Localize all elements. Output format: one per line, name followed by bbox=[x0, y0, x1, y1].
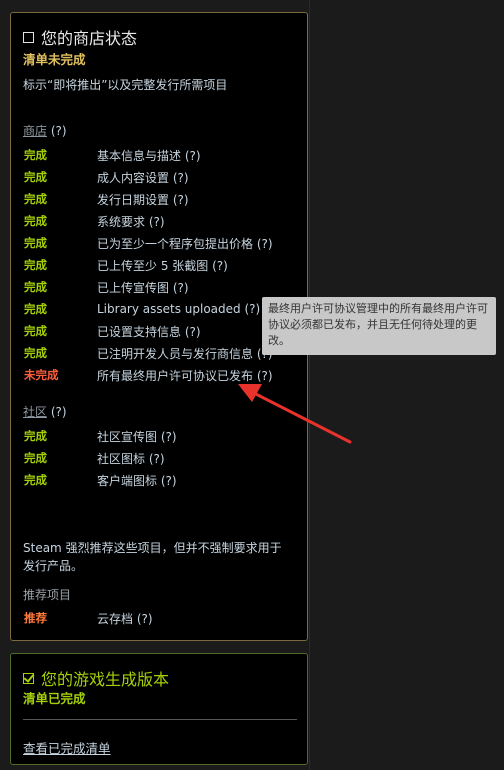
item-status: 完成 bbox=[24, 148, 47, 162]
item-label[interactable]: 已上传宣传图 (?) bbox=[97, 279, 189, 296]
section-store-link[interactable]: 商店 bbox=[23, 124, 47, 138]
build-status-panel: 您的游戏生成版本 清单已完成 查看已完成清单 bbox=[10, 653, 308, 765]
item-status: 完成 bbox=[24, 451, 47, 465]
item-label[interactable]: 所有最终用户许可协议已发布 (?) bbox=[97, 367, 273, 384]
checkbox-empty-icon bbox=[23, 31, 34, 43]
item-status: 完成 bbox=[24, 170, 47, 184]
store-item-row: 完成 Library assets uploaded (?) bbox=[24, 298, 294, 320]
build-title-row: 您的游戏生成版本 bbox=[23, 666, 169, 690]
community-item-row: 完成 社区宣传图 (?) bbox=[24, 425, 294, 447]
store-item-row: 完成 成人内容设置 (?) bbox=[24, 166, 294, 188]
build-status: 清单已完成 bbox=[23, 691, 86, 706]
store-item-row: 完成 已上传宣传图 (?) bbox=[24, 276, 294, 298]
store-item-row: 完成 基本信息与描述 (?) bbox=[24, 144, 294, 166]
item-label[interactable]: 社区图标 (?) bbox=[97, 450, 165, 467]
item-label[interactable]: 系统要求 (?) bbox=[97, 213, 165, 230]
item-status: 完成 bbox=[24, 214, 47, 228]
section-store-label: 商店 (?) bbox=[23, 122, 67, 139]
item-status: 完成 bbox=[24, 258, 47, 272]
build-divider bbox=[23, 719, 297, 720]
item-status: 完成 bbox=[24, 429, 47, 443]
store-title-row: 您的商店状态 bbox=[23, 25, 137, 49]
item-status: 完成 bbox=[24, 302, 47, 316]
item-label[interactable]: Library assets uploaded (?) bbox=[97, 302, 260, 316]
store-item-row: 完成 已为至少一个程序包提出价格 (?) bbox=[24, 232, 294, 254]
recommend-item-row: 推荐 云存档 (?) bbox=[24, 607, 294, 629]
store-item-row: 完成 已设置支持信息 (?) bbox=[24, 320, 294, 342]
item-status: 推荐 bbox=[24, 611, 47, 625]
item-label[interactable]: 已设置支持信息 (?) bbox=[97, 323, 201, 340]
store-item-row: 完成 已上传至少 5 张截图 (?) bbox=[24, 254, 294, 276]
section-community-label: 社区 (?) bbox=[23, 403, 67, 420]
item-label[interactable]: 已注明开发人员与发行商信息 (?) bbox=[97, 345, 273, 362]
item-label[interactable]: 社区宣传图 (?) bbox=[97, 428, 177, 445]
item-label[interactable]: 云存档 (?) bbox=[97, 610, 153, 627]
item-status: 完成 bbox=[24, 280, 47, 294]
item-label[interactable]: 已上传至少 5 张截图 (?) bbox=[97, 257, 228, 274]
store-item-row: 完成 发行日期设置 (?) bbox=[24, 188, 294, 210]
community-item-row: 完成 客户端图标 (?) bbox=[24, 469, 294, 491]
build-title: 您的游戏生成版本 bbox=[41, 670, 170, 689]
item-label[interactable]: 基本信息与描述 (?) bbox=[97, 147, 201, 164]
item-status: 完成 bbox=[24, 346, 47, 360]
view-completed-checklist-link[interactable]: 查看已完成清单 bbox=[23, 738, 111, 757]
recommend-text: Steam 强烈推荐这些项目，但并不强制要求用于发行产品。 bbox=[23, 541, 282, 573]
recommend-label: 推荐项目 bbox=[23, 588, 72, 602]
store-item-row: 未完成 所有最终用户许可协议已发布 (?) bbox=[24, 364, 294, 386]
help-link[interactable]: (?) bbox=[51, 124, 67, 138]
store-item-row: 完成 已注明开发人员与发行商信息 (?) bbox=[24, 342, 294, 364]
item-status: 完成 bbox=[24, 473, 47, 487]
store-item-row: 完成 系统要求 (?) bbox=[24, 210, 294, 232]
item-status: 未完成 bbox=[24, 368, 59, 382]
item-status: 完成 bbox=[24, 192, 47, 206]
checkbox-checked-icon bbox=[23, 672, 34, 684]
item-status: 完成 bbox=[24, 236, 47, 250]
item-status: 完成 bbox=[24, 324, 47, 338]
community-item-row: 完成 社区图标 (?) bbox=[24, 447, 294, 469]
store-status: 清单未完成 bbox=[23, 52, 86, 67]
store-description: 标示“即将推出”以及完整发行所需项目 bbox=[23, 78, 228, 92]
eula-tooltip: 最终用户许可协议管理中的所有最终用户许可协议必须都已发布，并且无任何待处理的更改… bbox=[262, 297, 496, 355]
item-label[interactable]: 成人内容设置 (?) bbox=[97, 169, 189, 186]
section-community-link[interactable]: 社区 bbox=[23, 405, 47, 419]
item-label[interactable]: 已为至少一个程序包提出价格 (?) bbox=[97, 235, 273, 252]
item-label[interactable]: 发行日期设置 (?) bbox=[97, 191, 189, 208]
store-title: 您的商店状态 bbox=[41, 29, 138, 48]
help-link[interactable]: (?) bbox=[51, 405, 67, 419]
item-label[interactable]: 客户端图标 (?) bbox=[97, 472, 177, 489]
divider-line bbox=[309, 0, 310, 770]
